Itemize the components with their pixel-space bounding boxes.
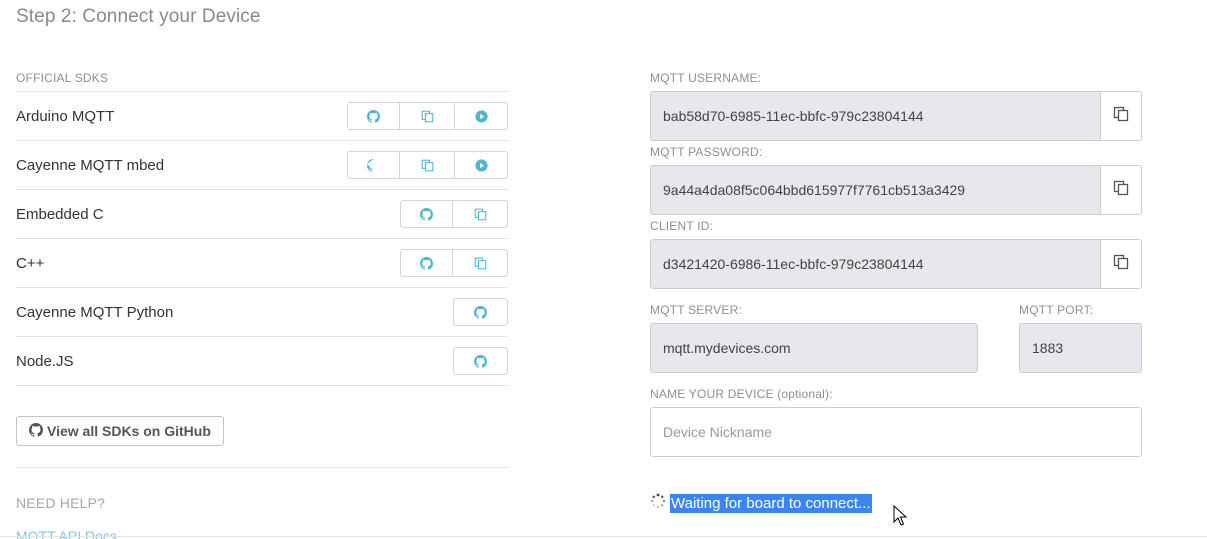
page-title: Step 2: Connect your Device: [16, 6, 261, 27]
client-id-value[interactable]: d3421420-6986-11ec-bbfc-979c23804144: [650, 239, 1100, 289]
mqtt-password-value[interactable]: 9a44a4da08f5c064bbd615977f7761cb513a3429: [650, 165, 1100, 215]
sdk-actions: [347, 102, 508, 130]
sdk-row-cayenne-mqtt-python: Cayenne MQTT Python: [16, 288, 508, 337]
copy-button[interactable]: [400, 102, 455, 130]
mqtt-api-docs-link[interactable]: MQTT API Docs: [16, 528, 117, 539]
device-nickname-input[interactable]: [650, 407, 1142, 457]
play-icon: [474, 158, 488, 172]
sdk-actions: [400, 249, 508, 277]
copy-icon: [1113, 180, 1129, 201]
connection-status: Waiting for board to connect...: [650, 493, 872, 514]
copy-button[interactable]: [453, 200, 508, 228]
sdk-name: Cayenne MQTT Python: [16, 303, 174, 321]
divider: [16, 467, 508, 468]
mqtt-server-value[interactable]: mqtt.mydevices.com: [650, 323, 978, 373]
device-name-label: NAME YOUR DEVICE (optional):: [650, 387, 833, 401]
mqtt-password-field: 9a44a4da08f5c064bbd615977f7761cb513a3429: [650, 165, 1142, 215]
play-button[interactable]: [455, 102, 508, 130]
github-icon: [367, 158, 380, 172]
mouse-cursor-icon: [893, 505, 907, 526]
mqtt-server-label: MQTT SERVER:: [650, 303, 742, 317]
sdk-row-nodejs: Node.JS: [16, 337, 508, 386]
github-button[interactable]: [400, 249, 453, 277]
github-button[interactable]: [453, 347, 508, 375]
sdk-row-cpp: C++: [16, 239, 508, 288]
spinner-icon: [650, 493, 670, 514]
sdk-name: Arduino MQTT: [16, 107, 115, 125]
github-button[interactable]: [347, 151, 400, 179]
waiting-status-text: Waiting for board to connect...: [670, 494, 872, 513]
github-icon: [474, 354, 487, 368]
github-icon: [29, 422, 47, 440]
sdk-row-arduino-mqtt: Arduino MQTT: [16, 92, 508, 141]
mqtt-username-value[interactable]: bab58d70-6985-11ec-bbfc-979c23804144: [650, 91, 1100, 141]
copy-password-button[interactable]: [1100, 165, 1142, 215]
copy-icon: [1113, 106, 1129, 127]
sdk-row-cayenne-mqtt-mbed: Cayenne MQTT mbed: [16, 141, 508, 190]
sdk-actions: [347, 151, 508, 179]
mqtt-port-value[interactable]: 1883: [1019, 323, 1142, 373]
mqtt-password-label: MQTT PASSWORD:: [650, 145, 763, 159]
github-icon: [420, 256, 433, 270]
github-button[interactable]: [347, 102, 400, 130]
sdk-actions: [453, 347, 508, 375]
copy-icon: [421, 110, 434, 123]
sdk-name: Cayenne MQTT mbed: [16, 156, 165, 174]
sdk-name: C++: [16, 254, 45, 272]
need-help-heading: NEED HELP?: [16, 495, 106, 511]
copy-icon: [474, 208, 487, 221]
mqtt-username-field: bab58d70-6985-11ec-bbfc-979c23804144: [650, 91, 1142, 141]
github-icon: [367, 109, 380, 123]
copy-client-id-button[interactable]: [1100, 239, 1142, 289]
sdk-name: Node.JS: [16, 352, 74, 370]
sdk-section-heading: OFFICIAL SDKS: [16, 71, 109, 85]
sdk-actions: [400, 200, 508, 228]
copy-icon: [1113, 254, 1129, 275]
client-id-field: d3421420-6986-11ec-bbfc-979c23804144: [650, 239, 1142, 289]
sdk-actions: [453, 298, 508, 326]
copy-button[interactable]: [453, 249, 508, 277]
github-icon: [474, 305, 487, 319]
bottom-divider: [0, 536, 1207, 537]
view-all-label: View all SDKs on GitHub: [47, 423, 211, 439]
play-icon: [474, 109, 488, 123]
copy-button[interactable]: [400, 151, 455, 179]
sdk-row-embedded-c: Embedded C: [16, 190, 508, 239]
github-icon: [420, 207, 433, 221]
sdk-list: Arduino MQTT Cayenne MQTT mbed Embedded: [16, 91, 508, 386]
copy-username-button[interactable]: [1100, 91, 1142, 141]
mqtt-port-label: MQTT PORT:: [1019, 303, 1094, 317]
play-button[interactable]: [455, 151, 508, 179]
mqtt-username-label: MQTT USERNAME:: [650, 71, 762, 85]
github-button[interactable]: [453, 298, 508, 326]
view-all-sdks-button[interactable]: View all SDKs on GitHub: [16, 416, 224, 446]
github-button[interactable]: [400, 200, 453, 228]
copy-icon: [474, 257, 487, 270]
copy-icon: [421, 159, 434, 172]
connect-device-page: Step 2: Connect your Device OFFICIAL SDK…: [0, 0, 1207, 539]
client-id-label: CLIENT ID:: [650, 219, 714, 233]
sdk-name: Embedded C: [16, 205, 104, 223]
